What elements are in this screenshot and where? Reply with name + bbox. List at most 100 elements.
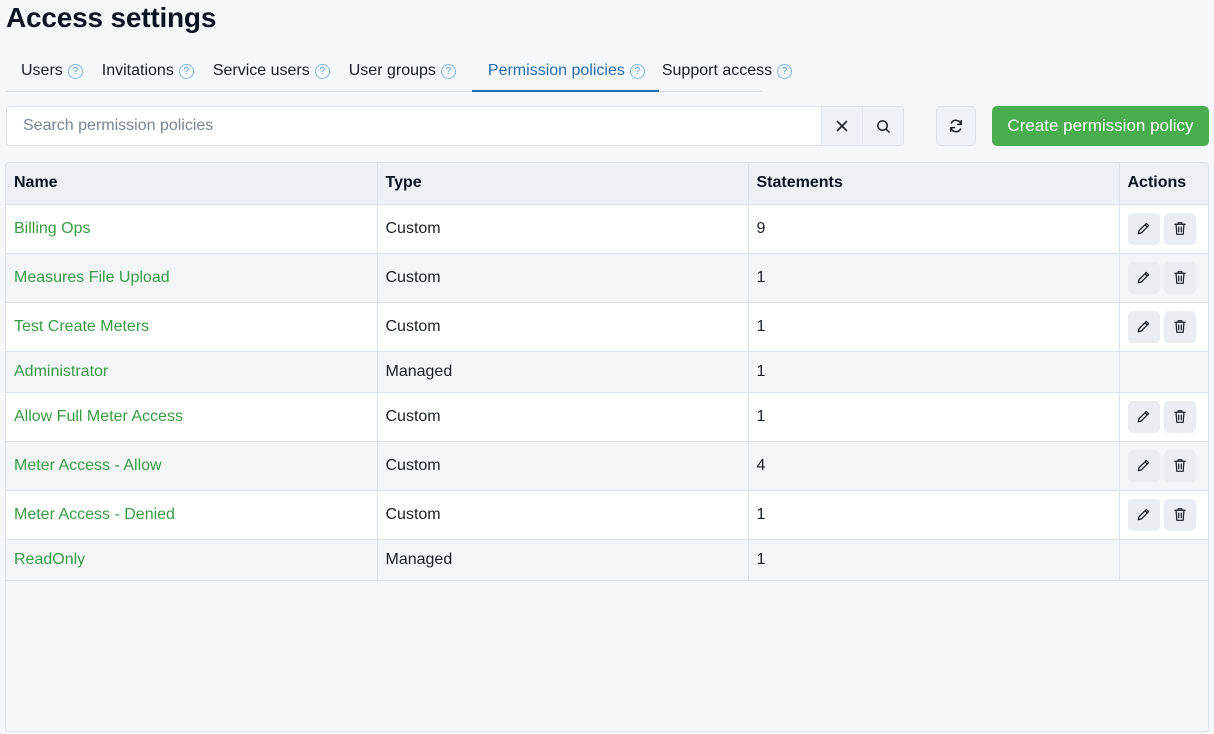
cell-type: Custom — [377, 441, 749, 491]
tab-invitations[interactable]: Invitations ? — [99, 52, 210, 90]
cell-name: Allow Full Meter Access — [6, 392, 378, 442]
cell-statements: 9 — [748, 204, 1120, 254]
cell-actions — [1119, 253, 1208, 303]
edit-button[interactable] — [1127, 212, 1160, 245]
toolbar: Create permission policy — [6, 106, 1209, 146]
delete-button[interactable] — [1163, 498, 1196, 531]
cell-statements: 1 — [748, 253, 1120, 303]
cell-type: Custom — [377, 302, 749, 352]
delete-button[interactable] — [1163, 310, 1196, 343]
pencil-icon — [1137, 459, 1150, 472]
table-row: Administrator Managed 1 — [6, 351, 1208, 393]
cell-statements: 1 — [748, 392, 1120, 442]
cell-type: Managed — [377, 539, 749, 581]
tab-label: Support access — [661, 62, 773, 79]
help-icon[interactable]: ? — [777, 63, 793, 79]
tab-bar: Users ? Invitations ? Service users ? Us… — [6, 52, 793, 92]
column-header-actions: Actions — [1119, 163, 1208, 205]
cell-statements: 1 — [748, 302, 1120, 352]
trash-icon — [1173, 222, 1186, 235]
search-button[interactable] — [862, 107, 903, 145]
create-permission-policy-button[interactable]: Create permission policy — [992, 106, 1209, 146]
help-icon[interactable]: ? — [178, 63, 194, 79]
cell-actions — [1119, 392, 1208, 442]
search-box — [6, 106, 904, 146]
table-row: Meter Access - Allow Custom 4 — [6, 441, 1208, 491]
cell-name: Billing Ops — [6, 204, 378, 254]
policy-name-link[interactable]: Meter Access - Denied — [14, 506, 175, 523]
help-icon[interactable]: ? — [314, 63, 330, 79]
cell-name: Meter Access - Allow — [6, 441, 378, 491]
tab-label: Permission policies — [487, 62, 625, 79]
cell-name: Test Create Meters — [6, 302, 378, 352]
column-header-type[interactable]: Type — [377, 163, 749, 205]
pencil-icon — [1137, 222, 1150, 235]
edit-button[interactable] — [1127, 400, 1160, 433]
pencil-icon — [1137, 410, 1150, 423]
refresh-icon — [949, 119, 963, 133]
table-row: ReadOnly Managed 1 — [6, 539, 1208, 581]
edit-button[interactable] — [1127, 261, 1160, 294]
page-title: Access settings — [6, 2, 217, 33]
table-row: Measures File Upload Custom 1 — [6, 253, 1208, 303]
pencil-icon — [1137, 320, 1150, 333]
search-icon — [876, 119, 890, 133]
search-input[interactable] — [7, 107, 821, 145]
cell-statements: 1 — [748, 351, 1120, 393]
help-icon[interactable]: ? — [629, 63, 645, 79]
table-row: Meter Access - Denied Custom 1 — [6, 490, 1208, 540]
cell-actions — [1119, 441, 1208, 491]
tab-label: Service users — [212, 62, 310, 79]
cell-type: Custom — [377, 392, 749, 442]
table-row: Test Create Meters Custom 1 — [6, 302, 1208, 352]
policy-name-link[interactable]: Measures File Upload — [14, 269, 170, 286]
trash-icon — [1173, 271, 1186, 284]
tab-users[interactable]: Users ? — [6, 52, 99, 90]
tab-permission-policies[interactable]: Permission policies ? — [471, 52, 659, 92]
refresh-button[interactable] — [936, 106, 976, 146]
cell-type: Custom — [377, 490, 749, 540]
table-body: Billing Ops Custom 9 Measures File Upload Cu… — [6, 204, 1208, 581]
policy-name-link[interactable]: Allow Full Meter Access — [14, 408, 183, 425]
delete-button[interactable] — [1163, 449, 1196, 482]
tab-support-access[interactable]: Support access ? — [659, 52, 808, 90]
policies-table: Name Type Statements Actions Billing Ops… — [5, 162, 1209, 732]
cell-type: Custom — [377, 204, 749, 254]
trash-icon — [1173, 320, 1186, 333]
column-header-statements[interactable]: Statements — [748, 163, 1120, 205]
cell-actions — [1119, 204, 1208, 254]
edit-button[interactable] — [1127, 498, 1160, 531]
trash-icon — [1173, 508, 1186, 521]
tab-user-groups[interactable]: User groups ? — [346, 52, 472, 90]
close-icon — [836, 120, 848, 132]
policy-name-link[interactable]: Administrator — [14, 363, 108, 380]
policy-name-link[interactable]: ReadOnly — [14, 551, 85, 568]
help-icon[interactable]: ? — [67, 63, 83, 79]
tab-label: Users — [21, 62, 63, 79]
delete-button[interactable] — [1163, 261, 1196, 294]
edit-button[interactable] — [1127, 310, 1160, 343]
cell-statements: 4 — [748, 441, 1120, 491]
table-row: Billing Ops Custom 9 — [6, 204, 1208, 254]
policy-name-link[interactable]: Billing Ops — [14, 220, 90, 237]
cell-actions — [1119, 539, 1208, 581]
policy-name-link[interactable]: Meter Access - Allow — [14, 457, 162, 474]
cell-type: Custom — [377, 253, 749, 303]
edit-button[interactable] — [1127, 449, 1160, 482]
clear-search-button[interactable] — [821, 107, 862, 145]
tab-service-users[interactable]: Service users ? — [210, 52, 346, 90]
table-row: Allow Full Meter Access Custom 1 — [6, 392, 1208, 442]
cell-statements: 1 — [748, 490, 1120, 540]
policy-name-link[interactable]: Test Create Meters — [14, 318, 149, 335]
cell-type: Managed — [377, 351, 749, 393]
column-header-name[interactable]: Name — [6, 163, 378, 205]
trash-icon — [1173, 459, 1186, 472]
delete-button[interactable] — [1163, 212, 1196, 245]
table-header-row: Name Type Statements Actions — [6, 163, 1208, 205]
delete-button[interactable] — [1163, 400, 1196, 433]
cell-actions — [1119, 302, 1208, 352]
pencil-icon — [1137, 271, 1150, 284]
tab-label: User groups — [348, 62, 436, 79]
cell-actions — [1119, 351, 1208, 393]
help-icon[interactable]: ? — [440, 63, 456, 79]
